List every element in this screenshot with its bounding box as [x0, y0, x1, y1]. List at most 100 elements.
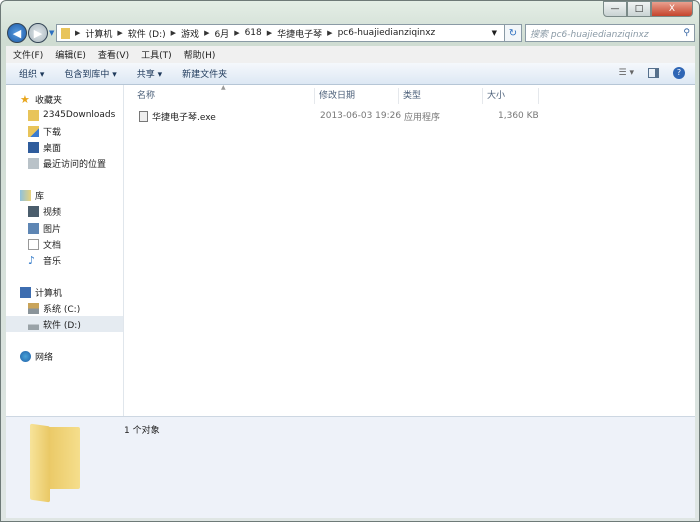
back-button[interactable]: ◀ — [7, 23, 27, 43]
label: 名称 — [137, 91, 156, 101]
label: 2345Downloads — [43, 110, 116, 120]
computer-icon — [20, 286, 31, 298]
breadcrumb-games[interactable]: 游戏 — [181, 27, 199, 40]
sidebar-computer[interactable]: 计算机 — [6, 284, 123, 300]
label: 库 — [35, 191, 45, 202]
network-icon — [20, 350, 31, 362]
menu-file[interactable]: 文件(F) — [13, 48, 43, 61]
breadcrumb-separator-icon[interactable]: ▶ — [171, 29, 176, 37]
sidebar-network[interactable]: 网络 — [6, 348, 123, 364]
label: 收藏夹 — [35, 95, 63, 106]
sidebar-item-drive-c[interactable]: 系统 (C:) — [6, 300, 123, 316]
menu-view[interactable]: 查看(V) — [98, 48, 129, 61]
preview-pane-icon[interactable] — [648, 68, 659, 78]
file-date: 2013-06-03 19:26 — [320, 111, 402, 121]
label: 系统 (C:) — [43, 304, 81, 315]
search-icon: ⚲ — [683, 28, 690, 38]
desktop-icon — [28, 141, 39, 153]
label: 图片 — [43, 224, 62, 235]
item-count: 1 个对象 — [124, 426, 160, 436]
maximize-button[interactable]: □ — [627, 1, 651, 17]
label: 视频 — [43, 207, 62, 218]
label: 网络 — [35, 352, 54, 363]
folder-icon — [28, 109, 39, 121]
label: 计算机 — [35, 288, 63, 299]
documents-icon — [28, 238, 39, 250]
column-header-name[interactable]: 名称 ▲ — [133, 84, 315, 104]
recent-pages-dropdown-icon[interactable]: ▼ — [49, 29, 54, 37]
breadcrumb-june[interactable]: 6月 — [214, 27, 229, 40]
window-controls: — □ X — [603, 1, 693, 17]
refresh-button[interactable]: ↻ — [504, 24, 522, 42]
breadcrumb-618[interactable]: 618 — [245, 28, 262, 38]
address-dropdown-icon[interactable]: ▼ — [492, 29, 497, 37]
label: 文档 — [43, 240, 62, 251]
star-icon: ★ — [20, 92, 30, 106]
minimize-button[interactable]: — — [603, 1, 627, 17]
menu-tools[interactable]: 工具(T) — [141, 48, 172, 61]
navigation-pane: ★ 收藏夹 2345Downloads 下载 桌面 最近访问的位置 库 视频 图片… — [6, 85, 124, 416]
column-header-type[interactable]: 类型 — [399, 88, 483, 104]
file-list: 名称 ▲ 修改日期 类型 大小 华捷电子琴.exe 2013-06-03 19:2… — [124, 84, 695, 416]
help-icon[interactable]: ? — [673, 67, 685, 79]
sidebar-favorites[interactable]: ★ 收藏夹 — [6, 91, 123, 107]
file-size: 1,360 KB — [498, 111, 539, 121]
label: 最近访问的位置 — [43, 159, 107, 170]
view-options-icon[interactable]: ☰ ▾ — [619, 68, 634, 78]
label: 音乐 — [43, 256, 62, 267]
video-icon — [28, 205, 39, 217]
system-drive-icon — [28, 302, 39, 314]
column-header-size[interactable]: 大小 — [483, 88, 539, 104]
column-header-date[interactable]: 修改日期 — [315, 88, 399, 104]
sidebar-item-drive-d[interactable]: 软件 (D:) — [6, 316, 123, 332]
sidebar-libraries[interactable]: 库 — [6, 187, 123, 203]
share-button[interactable]: 共享 ▾ — [137, 67, 162, 80]
file-type: 应用程序 — [404, 112, 441, 123]
drive-icon — [28, 318, 39, 330]
breadcrumb-separator-icon[interactable]: ▶ — [327, 29, 332, 37]
new-folder-button[interactable]: 新建文件夹 — [182, 67, 227, 80]
breadcrumb-drive-d[interactable]: 软件 (D:) — [128, 27, 166, 40]
breadcrumb-separator-icon[interactable]: ▶ — [117, 29, 122, 37]
command-bar: 组织 ▾ 包含到库中 ▾ 共享 ▾ 新建文件夹 ☰ ▾ ? — [6, 63, 695, 85]
file-name: 华捷电子琴.exe — [152, 112, 216, 123]
folder-large-icon — [28, 423, 84, 503]
label: 软件 (D:) — [43, 320, 81, 331]
breadcrumb-separator-icon[interactable]: ▶ — [204, 29, 209, 37]
breadcrumb-separator-icon[interactable]: ▶ — [234, 29, 239, 37]
explorer-window: — □ X ◀ ▶ ▼ ▶ 计算机 ▶ 软件 (D:) ▶ 游戏 ▶ 6月 ▶ 618 ▶… — [0, 0, 700, 522]
address-bar[interactable]: ▶ 计算机 ▶ 软件 (D:) ▶ 游戏 ▶ 6月 ▶ 618 ▶ 华捷电子琴 ▶ pc6-… — [56, 24, 518, 42]
sidebar-item-music[interactable]: ♪ 音乐 — [6, 252, 123, 268]
menu-help[interactable]: 帮助(H) — [184, 48, 216, 61]
library-icon — [20, 189, 31, 201]
breadcrumb-separator-icon[interactable]: ▶ — [267, 29, 272, 37]
include-in-library-button[interactable]: 包含到库中 ▾ — [64, 67, 116, 80]
close-button[interactable]: X — [651, 1, 693, 17]
breadcrumb-huajie[interactable]: 华捷电子琴 — [277, 27, 322, 40]
exe-file-icon — [139, 110, 148, 122]
forward-button[interactable]: ▶ — [28, 23, 48, 43]
label: 桌面 — [43, 143, 62, 154]
search-placeholder: 搜索 pc6-huajiedianziqinxz — [530, 29, 649, 40]
file-row[interactable]: 华捷电子琴.exe 2013-06-03 19:26 应用程序 1,360 KB — [134, 108, 554, 124]
organize-button[interactable]: 组织 ▾ — [19, 67, 44, 80]
sidebar-item-recent-places[interactable]: 最近访问的位置 — [6, 155, 123, 171]
breadcrumb-current[interactable]: pc6-huajiedianziqinxz — [338, 28, 436, 38]
menu-edit[interactable]: 编辑(E) — [55, 48, 86, 61]
download-folder-icon — [28, 125, 39, 137]
sidebar-item-videos[interactable]: 视频 — [6, 203, 123, 219]
pictures-icon — [28, 222, 39, 234]
search-input[interactable]: 搜索 pc6-huajiedianziqinxz ⚲ — [525, 24, 695, 42]
sidebar-item-documents[interactable]: 文档 — [6, 236, 123, 252]
folder-icon — [61, 27, 70, 39]
recent-places-icon — [28, 157, 39, 169]
details-pane: 1 个对象 — [6, 416, 695, 518]
sidebar-item-downloads[interactable]: 下载 — [6, 123, 123, 139]
sidebar-item-2345downloads[interactable]: 2345Downloads — [6, 107, 123, 123]
label: 下载 — [43, 127, 62, 138]
breadcrumb-computer[interactable]: 计算机 — [85, 27, 112, 40]
breadcrumb-separator-icon[interactable]: ▶ — [75, 29, 80, 37]
sidebar-item-pictures[interactable]: 图片 — [6, 220, 123, 236]
menu-bar: 文件(F) 编辑(E) 查看(V) 工具(T) 帮助(H) — [6, 46, 695, 63]
sidebar-item-desktop[interactable]: 桌面 — [6, 139, 123, 155]
